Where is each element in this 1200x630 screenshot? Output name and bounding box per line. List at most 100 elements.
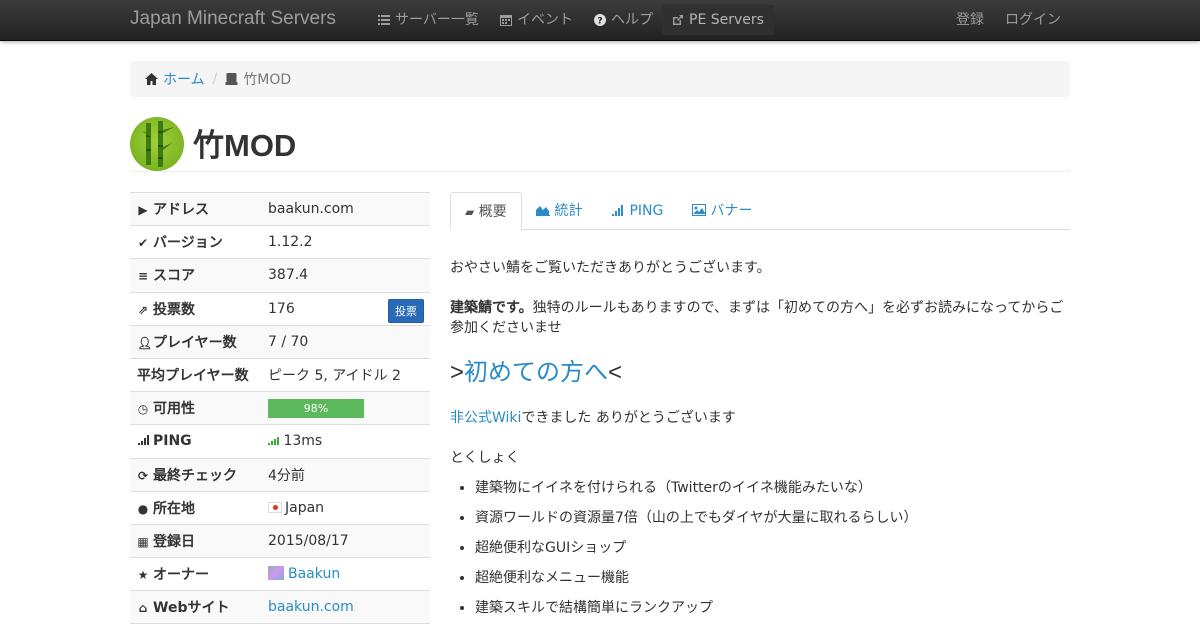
availability-label: 可用性 (153, 401, 195, 418)
info-row-location: ● 所在地 Japan (130, 491, 430, 524)
signal-icon (612, 205, 623, 216)
features-title: とくしょく (450, 450, 520, 466)
tab-stats-label: 統計 (554, 203, 583, 219)
owner-label: オーナー (153, 567, 209, 584)
home-icon: ⌂ (138, 601, 148, 616)
wiki-link[interactable]: 非公式Wiki (450, 410, 521, 426)
list-item: 超絶便利なGUIショップ (475, 538, 1070, 558)
description-text: 建築鯖です。独特のルールもありますので、まずは「初めての方へ」を必ずお読みになっ… (450, 298, 1070, 338)
list-item: 超絶便利なメニュー機能 (475, 568, 1070, 588)
nav-events-label: イベント (517, 12, 573, 28)
wiki-rest: できました ありがとうございます (521, 410, 736, 426)
address-value[interactable]: baakun.com (261, 193, 430, 226)
info-row-ping: PING 13ms (130, 424, 430, 458)
svg-text:?: ? (597, 17, 602, 27)
japan-flag-icon (268, 501, 282, 513)
calendar-icon (500, 15, 512, 26)
vote-button[interactable]: 投票 (388, 298, 424, 323)
heading-suffix: < (608, 359, 623, 386)
tab-banner-label: バナー (710, 203, 753, 219)
book-icon: ▰ (465, 205, 475, 219)
owner-link[interactable]: Baakun (288, 566, 340, 582)
play-icon: ▶ (138, 203, 148, 218)
align-left-icon: ≡ (137, 269, 149, 284)
location-label: 所在地 (153, 500, 195, 517)
external-link-icon (673, 15, 683, 25)
first-timers-link[interactable]: 初めての方へ (464, 359, 608, 386)
info-row-version: ✔ バージョン 1.12.2 (130, 225, 430, 259)
tab-ping[interactable]: PING (598, 192, 677, 230)
availability-progress-bar: 98% (268, 398, 365, 418)
nav-help-label: ヘルプ (611, 12, 653, 28)
share-icon: ⇗ (137, 302, 149, 317)
calendar-icon: ▦ (137, 534, 149, 549)
info-row-score: ≡ スコア 387.4 (130, 258, 430, 293)
last-check-label: 最終チェック (153, 467, 237, 484)
info-row-avg-players: 平均プレイヤー数 ピーク 5, アイドル 2 (130, 358, 430, 391)
nav-server-list-label: サーバー一覧 (395, 12, 479, 28)
home-icon (145, 73, 158, 85)
list-item: 建築スキルで結構簡単にランクアップ (475, 598, 1070, 618)
brand-link[interactable]: Japan Minecraft Servers (130, 8, 336, 30)
nav-help[interactable]: ? ヘルプ (594, 0, 653, 40)
ping-label: PING (153, 433, 192, 450)
navbar: Japan Minecraft Servers サーバー一覧 イベント ? ヘル… (0, 0, 1200, 41)
first-timers-heading: >初めての方へ< (450, 358, 1070, 388)
votes-value: 176 (268, 300, 295, 317)
tab-ping-label: PING (629, 203, 664, 219)
tab-overview[interactable]: ▰ 概要 (450, 192, 522, 231)
refresh-icon: ⟳ (137, 468, 149, 483)
info-row-registered: ▦ 登録日 2015/08/17 (130, 524, 430, 558)
breadcrumb-current: 竹MOD (243, 72, 292, 88)
question-circle-icon: ? (594, 14, 606, 26)
nav-pe-servers[interactable]: PE Servers (662, 5, 774, 35)
page-header: 竹MOD (130, 117, 1070, 172)
address-label: アドレス (153, 202, 209, 219)
globe-icon: ● (137, 501, 149, 516)
page-title: 竹MOD (193, 128, 297, 163)
clock-icon: ◷ (137, 402, 149, 417)
user-icon: 👤︎ (137, 335, 153, 350)
picture-icon (692, 204, 706, 216)
registered-label: 登録日 (153, 533, 195, 550)
overview-content: おやさい鯖をご覧いただきありがとうございます。 建築鯖です。独特のルールもありま… (450, 258, 1070, 628)
description-rest: 独特のルールもありますので、まずは「初めての方へ」を必ずお読みになってからご参加… (450, 300, 1064, 336)
info-row-availability: ◷ 可用性 98% (130, 391, 430, 425)
nav-pe-servers-label: PE Servers (689, 12, 764, 28)
info-row-votes: ⇗ 投票数 176 投票 (130, 292, 430, 325)
score-label: スコア (153, 268, 195, 285)
list-item: 建築物にイイネを付けられる（Twitterのイイネ機能みたいな） (475, 478, 1070, 498)
ping-value: 13ms (283, 433, 323, 450)
breadcrumb-separator: / (212, 71, 218, 87)
avg-players-label: 平均プレイヤー数 (137, 368, 249, 385)
info-row-website: ⌂ Webサイト baakun.com (130, 590, 430, 624)
version-value: 1.12.2 (268, 234, 313, 251)
owner-avatar (268, 566, 284, 581)
wiki-text: 非公式Wikiできました ありがとうございます (450, 408, 1070, 428)
breadcrumb-home-link[interactable]: ホーム (163, 69, 205, 89)
tab-banner[interactable]: バナー (678, 192, 766, 230)
last-check-value: 4分前 (268, 467, 305, 484)
server-icon (225, 73, 238, 85)
info-row-players: 👤︎プレイヤー数 7 / 70 (130, 325, 430, 359)
nav-login[interactable]: ログイン (1005, 0, 1061, 40)
list-item: 資源ワールドの資源量7倍（山の上でもダイヤが大量に取れるらしい） (475, 508, 1070, 528)
info-row-last-check: ⟳ 最終チェック 4分前 (130, 458, 430, 492)
votes-label: 投票数 (153, 301, 195, 318)
tab-stats[interactable]: 統計 (522, 192, 596, 230)
signal-icon (137, 434, 149, 448)
website-label: Webサイト (153, 600, 230, 617)
intro-text: おやさい鯖をご覧いただきありがとうございます。 (450, 260, 771, 276)
registered-value: 2015/08/17 (268, 532, 349, 549)
nav-events[interactable]: イベント (500, 0, 573, 40)
breadcrumb: ホーム / 竹MOD (130, 61, 1070, 97)
avg-players-value: ピーク 5, アイドル 2 (268, 368, 401, 385)
nav-server-list[interactable]: サーバー一覧 (378, 0, 479, 40)
website-link[interactable]: baakun.com (268, 599, 354, 615)
heading-prefix: > (450, 359, 465, 386)
bamboo-icon (142, 121, 174, 167)
nav-register[interactable]: 登録 (956, 0, 984, 40)
content-tabs: ▰ 概要 統計 PING バナー (450, 192, 1070, 231)
server-info-table: ▶ アドレス baakun.com ✔ バージョン 1.12.2 ≡ スコア 387.… (130, 192, 430, 624)
server-logo (130, 117, 184, 171)
